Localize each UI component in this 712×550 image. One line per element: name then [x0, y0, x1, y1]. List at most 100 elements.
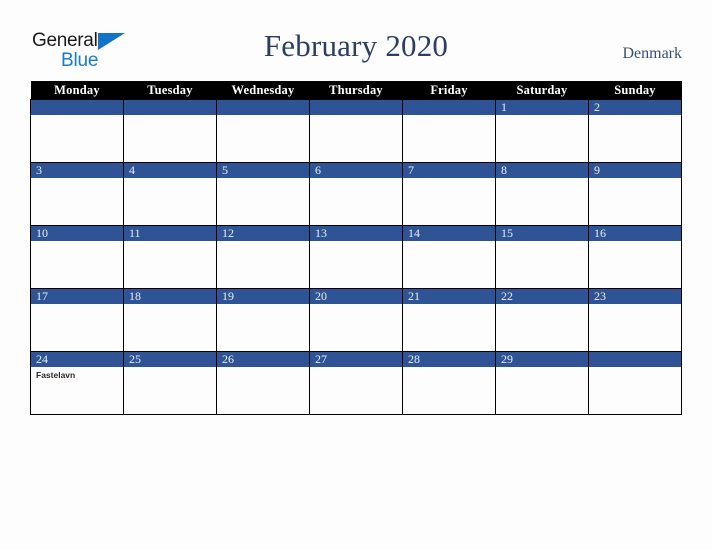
day-number: 25 [124, 352, 216, 367]
calendar-body: 1 2 3 4 5 6 7 8 9 10 11 12 13 14 15 16 17 18 19 20 21 22 23 24 F… [30, 99, 682, 415]
day-events [124, 304, 216, 307]
day-number: 23 [589, 289, 681, 304]
day-number: 19 [217, 289, 309, 304]
calendar-day-cell[interactable]: 29 [495, 351, 589, 415]
calendar-day-cell[interactable]: 9 [588, 162, 682, 226]
month-calendar-grid: Monday Tuesday Wednesday Thursday Friday… [30, 81, 682, 415]
weekday-header-saturday: Saturday [495, 81, 589, 100]
calendar-day-cell[interactable]: 25 [123, 351, 217, 415]
day-number [403, 100, 495, 115]
weekday-header-thursday: Thursday [309, 81, 403, 100]
calendar-day-cell[interactable]: 18 [123, 288, 217, 352]
calendar-week-row: 3456789 [30, 162, 682, 226]
day-number: 20 [310, 289, 402, 304]
day-number: 2 [589, 100, 681, 115]
calendar-day-cell[interactable]: 8 [495, 162, 589, 226]
day-number: 9 [589, 163, 681, 178]
day-events [217, 178, 309, 181]
country-label: Denmark [622, 45, 682, 62]
day-events [496, 304, 588, 307]
day-number: 12 [217, 226, 309, 241]
day-events [31, 241, 123, 244]
day-number: 27 [310, 352, 402, 367]
day-events: Fastelavn [31, 367, 123, 381]
calendar-page: General Blue February 2020 Denmark Monda… [0, 0, 712, 550]
calendar-day-cell[interactable]: 23 [588, 288, 682, 352]
day-events [310, 304, 402, 307]
calendar-day-cell[interactable] [216, 99, 310, 163]
day-number: 13 [310, 226, 402, 241]
calendar-day-cell[interactable] [588, 351, 682, 415]
calendar-day-cell[interactable]: 27 [309, 351, 403, 415]
day-events [403, 241, 495, 244]
calendar-day-cell[interactable]: 10 [30, 225, 124, 289]
day-number: 29 [496, 352, 588, 367]
calendar-day-cell[interactable] [402, 99, 496, 163]
day-events [496, 241, 588, 244]
calendar-day-cell[interactable]: 24 Fastelavn [30, 351, 124, 415]
calendar-day-cell[interactable]: 22 [495, 288, 589, 352]
calendar-day-cell[interactable]: 11 [123, 225, 217, 289]
calendar-day-cell[interactable] [123, 99, 217, 163]
calendar-day-cell[interactable]: 16 [588, 225, 682, 289]
day-number: 1 [496, 100, 588, 115]
calendar-day-cell[interactable]: 5 [216, 162, 310, 226]
day-events [217, 304, 309, 307]
day-number: 14 [403, 226, 495, 241]
calendar-day-cell[interactable]: 26 [216, 351, 310, 415]
day-events [310, 115, 402, 118]
weekday-header-tuesday: Tuesday [123, 81, 217, 100]
day-number [310, 100, 402, 115]
day-number: 10 [31, 226, 123, 241]
day-events [310, 367, 402, 370]
calendar-day-cell[interactable] [309, 99, 403, 163]
page-header: General Blue February 2020 Denmark [0, 0, 712, 80]
day-number: 5 [217, 163, 309, 178]
calendar-day-cell[interactable]: 21 [402, 288, 496, 352]
calendar-day-cell[interactable]: 2 [588, 99, 682, 163]
day-events [31, 115, 123, 118]
day-events [31, 178, 123, 181]
calendar-day-cell[interactable] [30, 99, 124, 163]
day-events [496, 115, 588, 118]
day-number: 3 [31, 163, 123, 178]
calendar-day-cell[interactable]: 28 [402, 351, 496, 415]
day-number [217, 100, 309, 115]
calendar-day-cell[interactable]: 13 [309, 225, 403, 289]
calendar-day-cell[interactable]: 19 [216, 288, 310, 352]
day-events [589, 178, 681, 181]
day-number: 7 [403, 163, 495, 178]
calendar-week-row: 12 [30, 99, 682, 163]
calendar-week-row: 17 18 19 20 21 22 23 [30, 288, 682, 352]
day-number: 24 [31, 352, 123, 367]
day-number: 26 [217, 352, 309, 367]
calendar-day-cell[interactable]: 15 [495, 225, 589, 289]
weekday-header-wednesday: Wednesday [216, 81, 310, 100]
calendar-day-cell[interactable]: 20 [309, 288, 403, 352]
day-number: 22 [496, 289, 588, 304]
day-events [403, 304, 495, 307]
calendar-day-cell[interactable]: 14 [402, 225, 496, 289]
day-events [310, 241, 402, 244]
calendar-day-cell[interactable]: 4 [123, 162, 217, 226]
day-events [403, 367, 495, 370]
day-events [589, 304, 681, 307]
day-number: 28 [403, 352, 495, 367]
calendar-day-cell[interactable]: 1 [495, 99, 589, 163]
day-events [403, 115, 495, 118]
day-number: 15 [496, 226, 588, 241]
day-number [589, 352, 681, 367]
day-number [31, 100, 123, 115]
day-number: 6 [310, 163, 402, 178]
calendar-day-cell[interactable]: 12 [216, 225, 310, 289]
calendar-day-cell[interactable]: 6 [309, 162, 403, 226]
day-events [589, 241, 681, 244]
day-number: 4 [124, 163, 216, 178]
calendar-day-cell[interactable]: 3 [30, 162, 124, 226]
day-events [217, 115, 309, 118]
calendar-day-cell[interactable]: 7 [402, 162, 496, 226]
day-events [124, 178, 216, 181]
day-number: 8 [496, 163, 588, 178]
day-events [124, 115, 216, 118]
calendar-day-cell[interactable]: 17 [30, 288, 124, 352]
